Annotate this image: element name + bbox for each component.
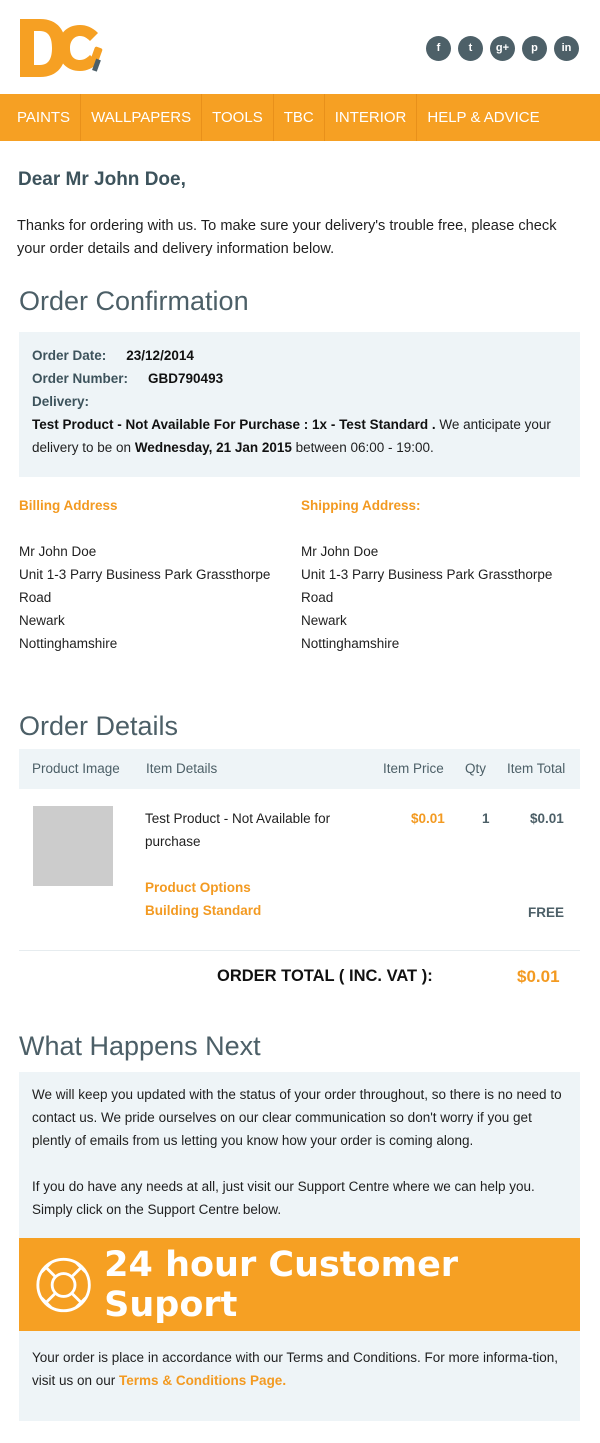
delivery-label: Delivery: bbox=[32, 394, 90, 409]
product-image-placeholder[interactable] bbox=[33, 806, 113, 886]
col-qty: Qty bbox=[465, 761, 487, 776]
billing-address: Billing Address Mr John Doe Unit 1-3 Par… bbox=[19, 494, 289, 655]
delivery-date: Wednesday, 21 Jan 2015 bbox=[134, 440, 292, 455]
linkedin-icon[interactable]: in bbox=[554, 36, 579, 61]
what-happens-next-title: What Happens Next bbox=[19, 1031, 261, 1061]
social-links: f t g+ p in bbox=[426, 36, 579, 61]
billing-address-title: Billing Address bbox=[19, 498, 118, 513]
email-header: f t g+ p in bbox=[0, 0, 600, 94]
shipping-line: Unit 1-3 Parry Business Park Grassthorpe… bbox=[301, 567, 553, 605]
order-date-label: Order Date: bbox=[32, 348, 107, 363]
billing-line: Nottinghamshire bbox=[19, 636, 118, 651]
billing-line: Mr John Doe bbox=[19, 544, 97, 559]
divider bbox=[19, 950, 580, 951]
nav-item-interior[interactable]: INTERIOR bbox=[325, 94, 418, 141]
order-details-title: Order Details bbox=[19, 711, 179, 741]
shipping-line: Nottinghamshire bbox=[301, 636, 400, 651]
delivery-product: Test Product - Not Available For Purchas… bbox=[32, 417, 436, 432]
col-item-details: Item Details bbox=[146, 761, 218, 776]
order-date-value: 23/12/2014 bbox=[126, 348, 194, 363]
order-total-label: ORDER TOTAL ( INC. VAT ): bbox=[217, 967, 433, 985]
terms-link[interactable]: Terms & Conditions Page. bbox=[119, 1373, 286, 1388]
what-happens-next-panel: We will keep you updated with the status… bbox=[19, 1072, 580, 1238]
next-paragraph: We will keep you updated with the status… bbox=[32, 1087, 562, 1148]
terms-text: Your order is place in accordance with o… bbox=[32, 1350, 558, 1388]
nav-item-help-advice[interactable]: HELP & ADVICE bbox=[417, 94, 549, 141]
greeting: Dear Mr John Doe, bbox=[18, 169, 186, 190]
product-options-label: Product Options bbox=[145, 880, 251, 895]
nav-item-wallpapers[interactable]: WALLPAPERS bbox=[81, 94, 203, 141]
product-qty: 1 bbox=[482, 811, 490, 826]
pinterest-icon[interactable]: p bbox=[522, 36, 547, 61]
product-option-value: Building Standard bbox=[145, 903, 262, 918]
facebook-icon[interactable]: f bbox=[426, 36, 451, 61]
order-confirmation-panel: Order Date: 23/12/2014 Order Number: GBD79… bbox=[19, 332, 580, 477]
shipping-address-title: Shipping Address: bbox=[301, 498, 421, 513]
billing-line: Newark bbox=[19, 613, 65, 628]
order-table-header: Product Image Item Details Item Price Qt… bbox=[19, 749, 580, 789]
product-total: $0.01 bbox=[530, 811, 564, 826]
product-name[interactable]: Test Product - Not Available for purchas… bbox=[145, 807, 345, 853]
shipping-line: Newark bbox=[301, 613, 347, 628]
order-number-value: GBD790493 bbox=[148, 371, 224, 386]
twitter-icon[interactable]: t bbox=[458, 36, 483, 61]
support-centre-banner[interactable]: 24 hour Customer Suport bbox=[19, 1238, 580, 1331]
col-product-image: Product Image bbox=[32, 761, 120, 776]
order-confirmation-title: Order Confirmation bbox=[19, 286, 249, 316]
google-plus-icon[interactable]: g+ bbox=[490, 36, 515, 61]
billing-line: Unit 1-3 Parry Business Park Grassthorpe… bbox=[19, 567, 271, 605]
col-item-price: Item Price bbox=[383, 761, 444, 776]
nav-item-tools[interactable]: TOOLS bbox=[202, 94, 274, 141]
order-total-value: $0.01 bbox=[517, 967, 560, 986]
dc-logo[interactable] bbox=[20, 19, 110, 77]
main-nav: PAINTS WALLPAPERS TOOLS TBC INTERIOR HEL… bbox=[0, 94, 600, 141]
lifebuoy-icon bbox=[36, 1257, 91, 1312]
next-paragraph: If you do have any needs at all, just vi… bbox=[32, 1179, 535, 1217]
shipping-line: Mr John Doe bbox=[301, 544, 379, 559]
col-item-total: Item Total bbox=[507, 761, 566, 776]
product-price: $0.01 bbox=[411, 811, 445, 826]
intro-text: Thanks for ordering with us. To make sur… bbox=[17, 218, 557, 257]
delivery-window: between 06:00 - 19:00. bbox=[291, 440, 434, 455]
delivery-info: Test Product - Not Available For Purchas… bbox=[32, 413, 567, 459]
nav-item-tbc[interactable]: TBC bbox=[274, 94, 325, 141]
order-number-label: Order Number: bbox=[32, 371, 129, 386]
terms-panel: Your order is place in accordance with o… bbox=[19, 1331, 580, 1421]
shipping-address: Shipping Address: Mr John Doe Unit 1-3 P… bbox=[301, 494, 571, 655]
product-option-price: FREE bbox=[528, 905, 565, 920]
nav-item-paints[interactable]: PAINTS bbox=[0, 94, 82, 141]
product-options: Product Options Building Standard bbox=[145, 876, 261, 922]
support-banner-text[interactable]: 24 hour Customer Suport bbox=[104, 1245, 580, 1325]
